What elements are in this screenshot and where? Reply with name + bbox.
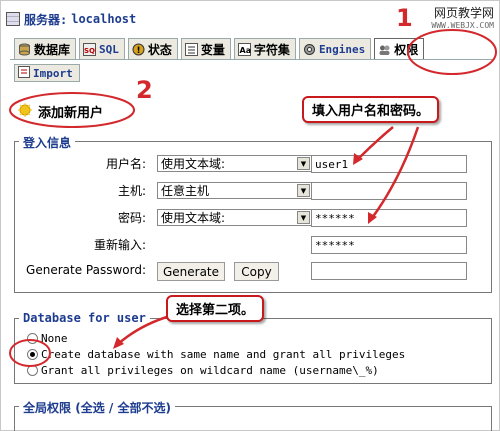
retype-password-input[interactable]: ****** bbox=[311, 236, 467, 254]
privileges-icon bbox=[378, 43, 391, 56]
tab-databases[interactable]: 数据库 bbox=[14, 38, 77, 60]
db-option-wildcard[interactable]: Grant all privileges on wildcard name (u… bbox=[27, 364, 379, 377]
annotation-option-note: 选择第二项。 bbox=[166, 295, 265, 322]
tab-label: 字符集 bbox=[253, 43, 290, 57]
global-privileges-legend: 全局权限 (全选 / 全部不选) bbox=[19, 399, 175, 416]
svg-text:Aa: Aa bbox=[239, 46, 251, 55]
main-tabs: 数据库 SQL SQL ! 状态 变量 Aa 字符集 Engines 权限 bbox=[14, 38, 425, 60]
radio-button[interactable] bbox=[27, 333, 38, 344]
tab-label: Import bbox=[33, 66, 73, 80]
generate-password-label: Generate Password: bbox=[26, 263, 146, 277]
username-mode-select[interactable]: 使用文本域: ▼ bbox=[157, 155, 312, 172]
retype-label: 重新输入: bbox=[93, 238, 146, 252]
tab-label: 状态 bbox=[147, 43, 172, 57]
database-for-user-legend: Database for user bbox=[19, 311, 150, 325]
tab-label: Engines bbox=[318, 43, 366, 56]
chevron-down-icon: ▼ bbox=[297, 157, 310, 170]
import-icon bbox=[18, 65, 30, 81]
tab-charset[interactable]: Aa 字符集 bbox=[233, 38, 296, 60]
add-user-icon bbox=[18, 103, 32, 120]
tab-import[interactable]: Import bbox=[14, 64, 80, 82]
svg-text:SQL: SQL bbox=[84, 47, 96, 55]
database-for-user-fieldset: Database for user None Create database w… bbox=[14, 311, 492, 384]
global-privileges-fieldset: 全局权限 (全选 / 全部不选) bbox=[14, 399, 492, 431]
annotation-step-1: 1 bbox=[396, 4, 413, 32]
watermark-site: 网页教学网 bbox=[433, 6, 494, 20]
server-host[interactable]: localhost bbox=[71, 12, 136, 26]
engines-icon bbox=[303, 43, 316, 56]
db-option-label: None bbox=[41, 332, 68, 345]
database-icon bbox=[18, 43, 31, 56]
host-mode-value: 任意主机 bbox=[161, 184, 210, 198]
tab-label: 数据库 bbox=[34, 43, 71, 57]
password-mode-select[interactable]: 使用文本域: ▼ bbox=[157, 209, 312, 226]
charset-icon: Aa bbox=[237, 43, 251, 56]
copy-button[interactable]: Copy bbox=[234, 262, 279, 281]
username-label: 用户名: bbox=[105, 157, 146, 171]
radio-button-selected[interactable] bbox=[27, 349, 38, 360]
host-label: 主机: bbox=[117, 184, 146, 198]
tab-label: 权限 bbox=[394, 43, 419, 57]
annotation-step-2: 2 bbox=[136, 76, 153, 104]
tab-label: 变量 bbox=[200, 43, 225, 57]
add-user-title: 添加新用户 bbox=[38, 106, 104, 121]
username-input[interactable]: user1 bbox=[311, 155, 467, 173]
password-label: 密码: bbox=[117, 211, 146, 225]
login-info-legend: 登入信息 bbox=[19, 134, 76, 151]
db-option-none[interactable]: None bbox=[27, 332, 68, 345]
radio-button[interactable] bbox=[27, 365, 38, 376]
select-all-link[interactable]: (全选 bbox=[75, 401, 105, 415]
tab-sql[interactable]: SQL SQL bbox=[79, 38, 125, 60]
watermark-url: WWW.WEBJX.COM bbox=[431, 21, 494, 30]
server-icon bbox=[6, 12, 20, 26]
tab-privileges[interactable]: 权限 bbox=[374, 38, 425, 60]
tab-status[interactable]: ! 状态 bbox=[127, 38, 178, 60]
chevron-down-icon: ▼ bbox=[297, 184, 310, 197]
password-input[interactable]: ****** bbox=[311, 209, 467, 227]
link-separator: / bbox=[108, 401, 114, 415]
login-info-fieldset: 登入信息 用户名: 使用文本域: ▼ user1 主机: 任意主机 ▼ 密码: … bbox=[14, 134, 492, 293]
generated-password-input[interactable] bbox=[311, 262, 467, 280]
chevron-down-icon: ▼ bbox=[297, 211, 310, 224]
generate-button[interactable]: Generate bbox=[157, 262, 225, 281]
db-option-label: Grant all privileges on wildcard name (u… bbox=[41, 364, 379, 377]
global-privileges-title: 全局权限 bbox=[23, 401, 72, 415]
sql-icon: SQL bbox=[83, 43, 100, 56]
db-option-create-same-name[interactable]: Create database with same name and grant… bbox=[27, 348, 405, 361]
annotation-fill-note: 填入用户名和密码。 bbox=[302, 96, 440, 123]
host-input[interactable] bbox=[311, 182, 467, 200]
host-mode-select[interactable]: 任意主机 ▼ bbox=[157, 182, 312, 199]
add-user-heading: 添加新用户 bbox=[18, 102, 103, 121]
tab-engines[interactable]: Engines bbox=[298, 38, 372, 60]
server-header: 服务器: localhost bbox=[6, 8, 136, 30]
tab-label: SQL bbox=[99, 43, 119, 56]
tab-variables[interactable]: 变量 bbox=[180, 38, 231, 60]
deselect-all-link[interactable]: 全部不选) bbox=[117, 401, 171, 415]
status-icon: ! bbox=[132, 43, 145, 56]
tab-divider bbox=[10, 59, 494, 60]
server-label: 服务器: bbox=[24, 12, 68, 27]
watermark: 网页教学网 WWW.WEBJX.COM bbox=[431, 4, 494, 30]
db-option-label: Create database with same name and grant… bbox=[41, 348, 406, 361]
variables-icon bbox=[184, 43, 198, 56]
svg-text:!: ! bbox=[136, 46, 140, 56]
username-mode-value: 使用文本域: bbox=[161, 157, 226, 171]
password-mode-value: 使用文本域: bbox=[161, 211, 226, 225]
